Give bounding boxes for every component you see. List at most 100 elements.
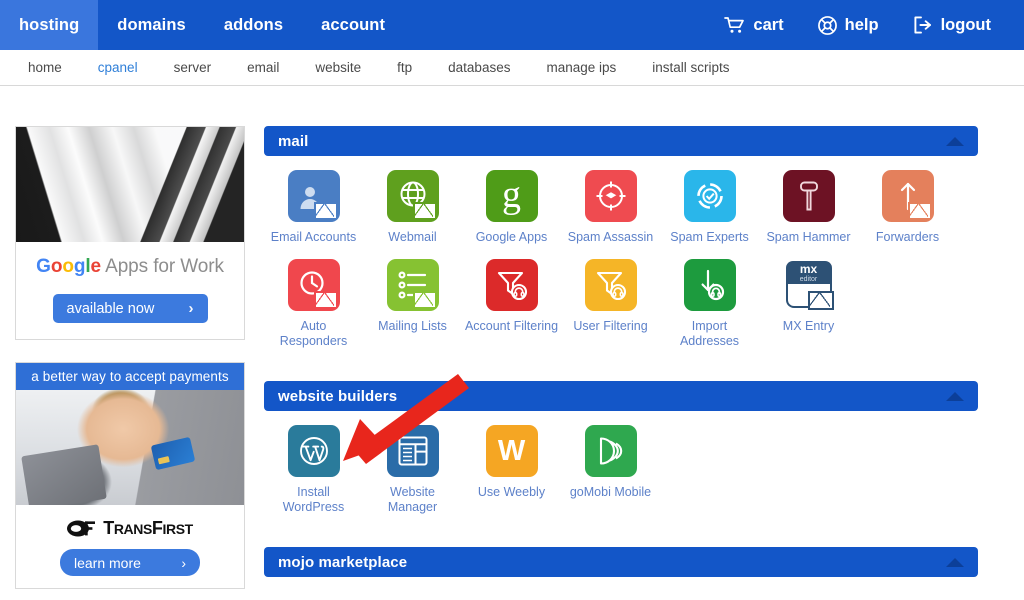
weebly-w-letter: W <box>498 437 525 466</box>
subnav-item-ftp[interactable]: ftp <box>379 60 430 75</box>
chevron-up-icon[interactable] <box>946 137 964 146</box>
spam-hammer-icon <box>783 170 835 222</box>
cart-button[interactable]: cart <box>707 0 800 50</box>
logout-icon <box>913 16 933 34</box>
tile-import-addresses[interactable]: Import Addresses <box>660 259 759 349</box>
transfirst-mark-icon <box>67 519 96 538</box>
sidebar-ads: Google Apps for Work available now › a b… <box>15 126 247 589</box>
learn-more-button[interactable]: learn more › <box>60 549 200 576</box>
nav-item-hosting[interactable]: hosting <box>0 0 98 50</box>
shopping-cart-icon <box>724 16 745 34</box>
available-now-label: available now <box>67 301 155 317</box>
mx-entry-icon: mx editor <box>783 259 835 311</box>
tile-spam-experts[interactable]: Spam Experts <box>660 170 759 245</box>
website-builders-icon-row: Install WordPress Website Manager W <box>264 425 978 529</box>
panel-mail-body: Email Accounts Webmail g <box>264 156 978 365</box>
tile-email-accounts[interactable]: Email Accounts <box>264 170 363 245</box>
logout-button[interactable]: logout <box>896 0 1008 50</box>
nav-item-account[interactable]: account <box>302 0 404 50</box>
mail-icon-row-2: Auto Responders Mailing Lists <box>264 259 978 363</box>
tile-label: Forwarders <box>876 230 939 245</box>
subnav-item-cpanel[interactable]: cpanel <box>80 60 156 75</box>
tile-mailing-lists[interactable]: Mailing Lists <box>363 259 462 349</box>
panel-mojo-marketplace-header[interactable]: mojo marketplace <box>264 547 978 577</box>
tile-label: MX Entry <box>783 319 834 334</box>
webmail-icon <box>387 170 439 222</box>
subnav-item-home[interactable]: home <box>0 60 80 75</box>
tile-auto-responders[interactable]: Auto Responders <box>264 259 363 349</box>
tile-label: Account Filtering <box>465 319 558 334</box>
google-letter-g2: g <box>74 256 86 277</box>
transfirst-logo: TRANSFIRST <box>16 505 244 549</box>
nav-item-addons[interactable]: addons <box>205 0 302 50</box>
google-apps-ad[interactable]: Google Apps for Work available now › <box>15 126 245 340</box>
page-content: Google Apps for Work available now › a b… <box>0 86 1024 600</box>
panel-website-builders-title: website builders <box>278 388 397 405</box>
google-letter-o2: o <box>62 256 74 277</box>
chevron-up-icon[interactable] <box>946 558 964 567</box>
transfirst-ad[interactable]: a better way to accept payments <box>15 362 245 589</box>
transfirst-wordmark: TRANSFIRST <box>103 518 193 539</box>
forwarders-icon <box>882 170 934 222</box>
subnav-item-install-scripts[interactable]: install scripts <box>634 60 747 75</box>
tile-gomobi-mobile[interactable]: goMobi Mobile <box>561 425 660 515</box>
subnav-item-manage-ips[interactable]: manage ips <box>528 60 634 75</box>
user-filtering-icon <box>585 259 637 311</box>
nav-item-domains[interactable]: domains <box>98 0 205 50</box>
subnav-item-website[interactable]: website <box>297 60 379 75</box>
subnav-item-server[interactable]: server <box>156 60 230 75</box>
google-g-letter: g <box>502 176 521 214</box>
mail-icon-row-1: Email Accounts Webmail g <box>264 170 978 259</box>
gomobi-icon <box>585 425 637 477</box>
spam-experts-icon <box>684 170 736 222</box>
weebly-icon: W <box>486 425 538 477</box>
tf-t: T <box>103 518 114 538</box>
tile-account-filtering[interactable]: Account Filtering <box>462 259 561 349</box>
help-button[interactable]: help <box>801 0 896 50</box>
secondary-navigation: home cpanel server email website ftp dat… <box>0 50 1024 86</box>
tile-webmail[interactable]: Webmail <box>363 170 462 245</box>
tile-spam-assassin[interactable]: Spam Assassin <box>561 170 660 245</box>
tile-label: Use Weebly <box>478 485 545 500</box>
learn-more-label: learn more <box>74 555 141 571</box>
help-label: help <box>845 16 879 35</box>
tablet-shape <box>21 444 107 505</box>
panel-mail-header[interactable]: mail <box>264 126 978 156</box>
life-ring-icon <box>818 16 837 35</box>
google-apps-ad-body: Google Apps for Work available now › <box>16 242 244 339</box>
google-apps-headline: Google Apps for Work <box>26 256 234 278</box>
tf-irst: IRST <box>163 521 193 537</box>
available-now-button[interactable]: available now › <box>53 294 208 323</box>
tile-mx-entry[interactable]: mx editor MX Entry <box>759 259 858 349</box>
panel-website-builders-body: Install WordPress Website Manager W <box>264 411 978 531</box>
spam-assassin-icon <box>585 170 637 222</box>
subnav-item-email[interactable]: email <box>229 60 297 75</box>
tile-website-manager[interactable]: Website Manager <box>363 425 462 515</box>
tile-label: Spam Assassin <box>568 230 653 245</box>
tile-use-weebly[interactable]: W Use Weebly <box>462 425 561 515</box>
chevron-up-icon[interactable] <box>946 392 964 401</box>
mx-text: mx <box>800 263 817 275</box>
tile-install-wordpress[interactable]: Install WordPress <box>264 425 363 515</box>
tile-label: Spam Experts <box>670 230 749 245</box>
tf-f: F <box>152 518 163 538</box>
tile-label: Website Manager <box>366 485 460 515</box>
panel-website-builders-header[interactable]: website builders <box>264 381 978 411</box>
panel-mail: mail Email Accounts <box>264 126 978 365</box>
panel-mail-title: mail <box>278 133 308 150</box>
subnav-item-databases[interactable]: databases <box>430 60 528 75</box>
primary-nav-actions: cart help <box>707 0 1024 50</box>
mailing-lists-icon <box>387 259 439 311</box>
google-letter-e: e <box>91 256 101 277</box>
chevron-right-icon: › <box>181 555 186 571</box>
tile-label: Webmail <box>388 230 436 245</box>
tile-google-apps[interactable]: g Google Apps <box>462 170 561 245</box>
transfirst-ad-banner: a better way to accept payments <box>16 363 244 390</box>
tile-label: Import Addresses <box>663 319 757 349</box>
cpanel-page: hosting domains addons account cart <box>0 0 1024 600</box>
tile-spam-hammer[interactable]: Spam Hammer <box>759 170 858 245</box>
tile-label: Install WordPress <box>267 485 361 515</box>
tile-user-filtering[interactable]: User Filtering <box>561 259 660 349</box>
tile-forwarders[interactable]: Forwarders <box>858 170 957 245</box>
import-addresses-icon <box>684 259 736 311</box>
